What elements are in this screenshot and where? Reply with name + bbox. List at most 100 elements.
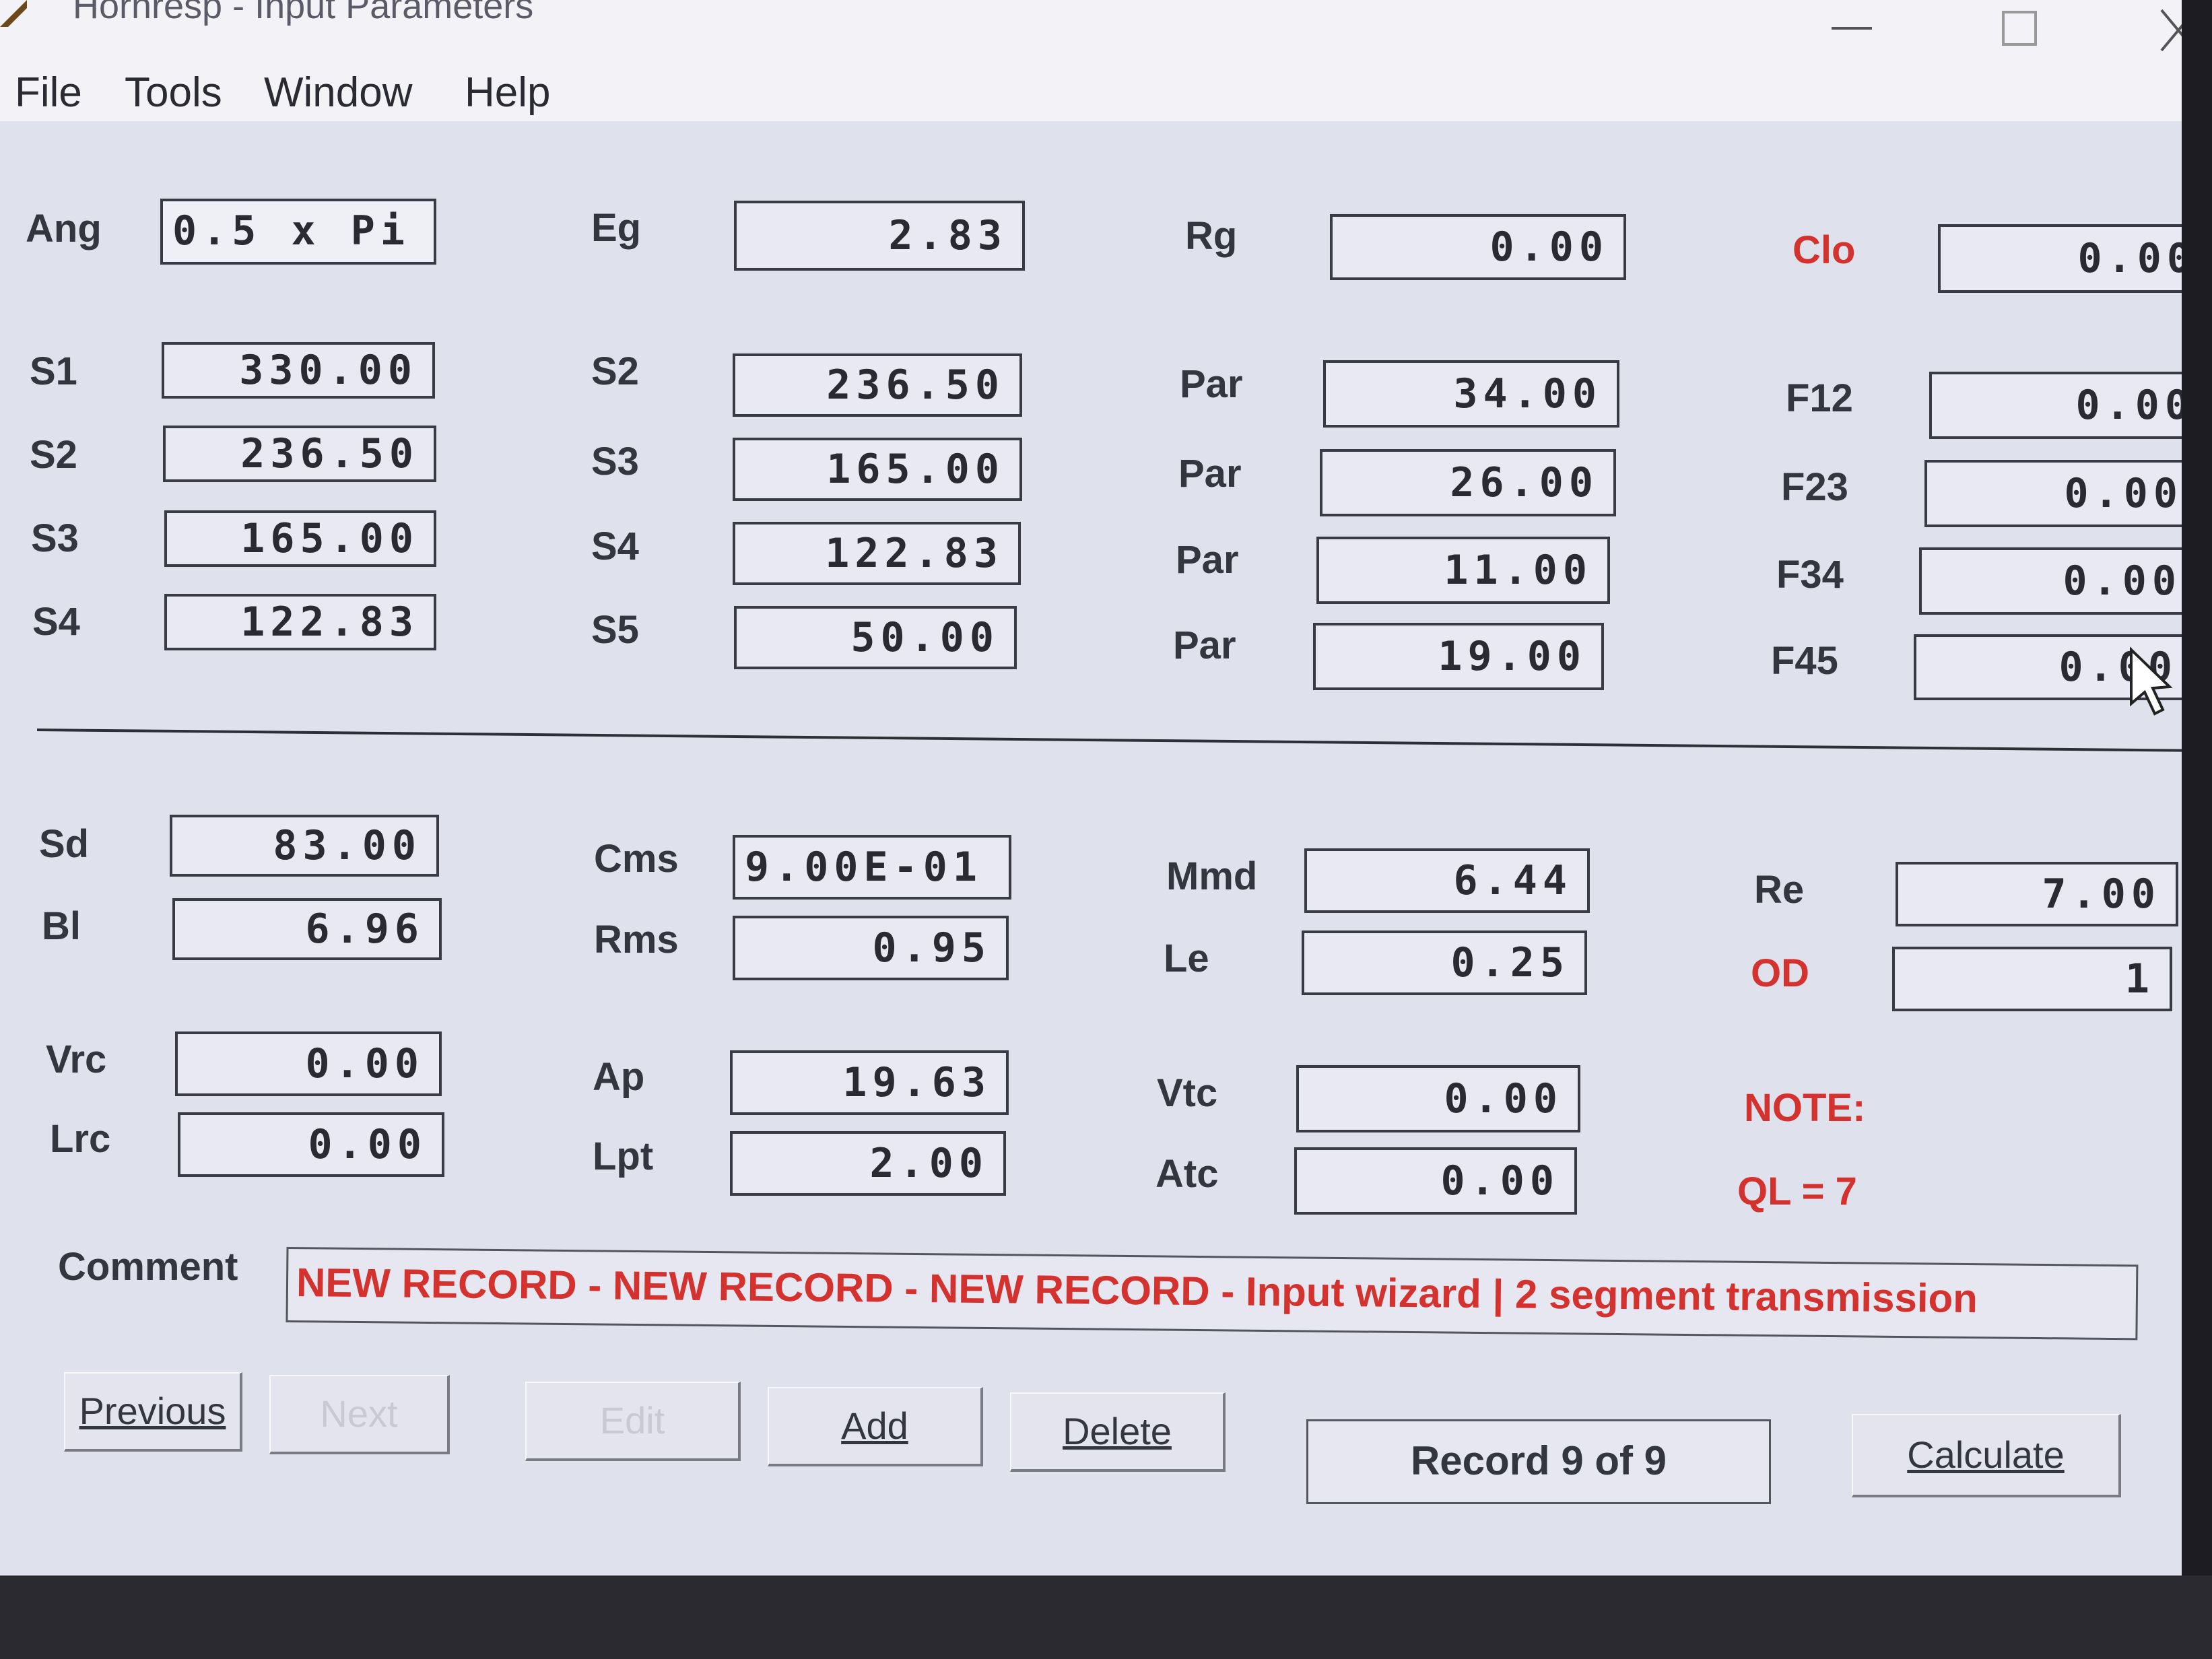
menu-file[interactable]: File — [15, 69, 82, 116]
f23-label: F23 — [1781, 465, 1848, 509]
par-field[interactable]: 34.00 — [1323, 360, 1619, 428]
le-field[interactable]: 0.25 — [1302, 930, 1587, 995]
ang-field[interactable]: 0.5 x Pi — [160, 199, 436, 265]
rms-label: Rms — [594, 918, 679, 961]
menu-help[interactable]: Help — [465, 69, 551, 116]
mmd-field[interactable]: 6.44 — [1304, 848, 1590, 913]
rg-label: Rg — [1185, 214, 1238, 258]
maximize-button[interactable] — [1997, 5, 2044, 53]
close-button[interactable] — [2155, 0, 2182, 54]
s3-label: S3 — [31, 516, 79, 560]
par-field[interactable]: 26.00 — [1320, 449, 1616, 516]
le-label: Le — [1164, 937, 1209, 980]
calculate-button-label: Calculate — [1907, 1433, 2065, 1476]
s3-field[interactable]: 165.00 — [164, 510, 436, 567]
s4-label: S4 — [32, 600, 80, 644]
sd-label: Sd — [39, 822, 90, 866]
menu-tools[interactable]: Tools — [125, 69, 222, 116]
par-label: Par — [1176, 538, 1239, 582]
re-field[interactable]: 7.00 — [1896, 862, 2178, 926]
edit-button[interactable]: Edit — [525, 1382, 741, 1461]
cms-field[interactable]: 9.00E-01 — [733, 835, 1011, 900]
vtc-field[interactable]: 0.00 — [1296, 1065, 1580, 1132]
comment-field[interactable]: NEW RECORD - NEW RECORD - NEW RECORD - I… — [286, 1247, 2139, 1341]
s3-label: S3 — [591, 440, 639, 483]
s1-field[interactable]: 330.00 — [162, 342, 435, 399]
rg-field[interactable]: 0.00 — [1330, 214, 1626, 280]
vtc-label: Vtc — [1157, 1071, 1218, 1115]
mmd-label: Mmd — [1166, 854, 1258, 898]
par-field[interactable]: 19.00 — [1313, 623, 1604, 690]
s5-field[interactable]: 50.00 — [734, 606, 1017, 669]
edit-button-label: Edit — [599, 1399, 665, 1442]
s4-field[interactable]: 122.83 — [733, 522, 1021, 585]
delete-button-label: Delete — [1063, 1410, 1172, 1452]
bl-field[interactable]: 6.96 — [172, 898, 442, 960]
vrc-field[interactable]: 0.00 — [175, 1031, 442, 1096]
add-button[interactable]: Add — [768, 1387, 983, 1466]
clo-label: Clo — [1792, 228, 1856, 272]
menu-window[interactable]: Window — [264, 69, 413, 116]
previous-button-label: Previous — [79, 1390, 226, 1432]
s1-label: S1 — [30, 349, 77, 393]
atc-label: Atc — [1155, 1152, 1219, 1196]
od-label: OD — [1751, 951, 1809, 995]
section-divider — [36, 729, 2182, 752]
calculate-button[interactable]: Calculate — [1852, 1414, 2121, 1497]
s2-label: S2 — [591, 349, 639, 393]
lpt-label: Lpt — [593, 1135, 654, 1178]
par-label: Par — [1173, 623, 1236, 667]
previous-button[interactable]: Previous — [64, 1372, 242, 1452]
s2-field[interactable]: 236.50 — [733, 353, 1022, 417]
lpt-field[interactable]: 2.00 — [730, 1131, 1006, 1196]
f12-field[interactable]: 0.00 — [1929, 372, 2182, 439]
eg-label: Eg — [591, 206, 642, 250]
od-field[interactable]: 1 — [1892, 947, 2172, 1011]
vrc-label: Vrc — [46, 1038, 107, 1081]
next-button[interactable]: Next — [269, 1375, 450, 1454]
ap-field[interactable]: 19.63 — [730, 1050, 1009, 1115]
comment-label: Comment — [58, 1245, 238, 1289]
re-label: Re — [1754, 868, 1805, 912]
input-parameters-panel: Ang 0.5 x Pi Eg 2.83 Rg 0.00 Clo 0.00 S1… — [0, 121, 2182, 1576]
minimize-button[interactable] — [1828, 0, 1875, 47]
ang-label: Ang — [26, 207, 102, 250]
atc-field[interactable]: 0.00 — [1294, 1147, 1577, 1215]
title-bar[interactable]: Hornresp - Input Parameters — [0, 0, 2182, 61]
cms-label: Cms — [594, 837, 679, 881]
rms-field[interactable]: 0.95 — [733, 916, 1009, 980]
window-title: Hornresp - Input Parameters — [73, 0, 534, 26]
ap-label: Ap — [593, 1055, 645, 1099]
record-indicator: Record 9 of 9 — [1306, 1419, 1771, 1504]
minimize-icon — [1832, 27, 1872, 30]
s2-field[interactable]: 236.50 — [163, 426, 436, 482]
next-button-label: Next — [320, 1392, 398, 1435]
desk-background — [0, 1576, 2212, 1659]
delete-button[interactable]: Delete — [1010, 1392, 1226, 1472]
par-field[interactable]: 11.00 — [1316, 537, 1610, 604]
lrc-label: Lrc — [50, 1117, 111, 1161]
note-label: NOTE: — [1744, 1086, 1866, 1130]
menu-bar: File Tools Window Help — [0, 61, 2182, 121]
par-label: Par — [1178, 452, 1242, 496]
s3-field[interactable]: 165.00 — [733, 438, 1022, 501]
app-icon — [0, 0, 27, 27]
sd-field[interactable]: 83.00 — [170, 815, 439, 877]
add-button-label: Add — [841, 1404, 908, 1447]
par-label: Par — [1180, 362, 1243, 406]
bl-label: Bl — [42, 904, 81, 948]
f34-label: F34 — [1776, 553, 1844, 597]
eg-field[interactable]: 2.83 — [734, 201, 1025, 271]
s4-field[interactable]: 122.83 — [164, 594, 436, 650]
mouse-cursor-icon — [2130, 646, 2173, 716]
hornresp-window: Hornresp - Input Parameters File Tools W… — [0, 0, 2182, 1576]
f34-field[interactable]: 0.00 — [1919, 547, 2182, 615]
ql-note: QL = 7 — [1737, 1170, 1857, 1213]
close-icon — [2160, 9, 2182, 52]
clo-field[interactable]: 0.00 — [1938, 224, 2182, 293]
lrc-field[interactable]: 0.00 — [178, 1112, 444, 1177]
s2-label: S2 — [30, 433, 77, 477]
maximize-icon — [2002, 11, 2037, 46]
s4-label: S4 — [591, 524, 639, 568]
f23-field[interactable]: 0.00 — [1924, 460, 2182, 527]
